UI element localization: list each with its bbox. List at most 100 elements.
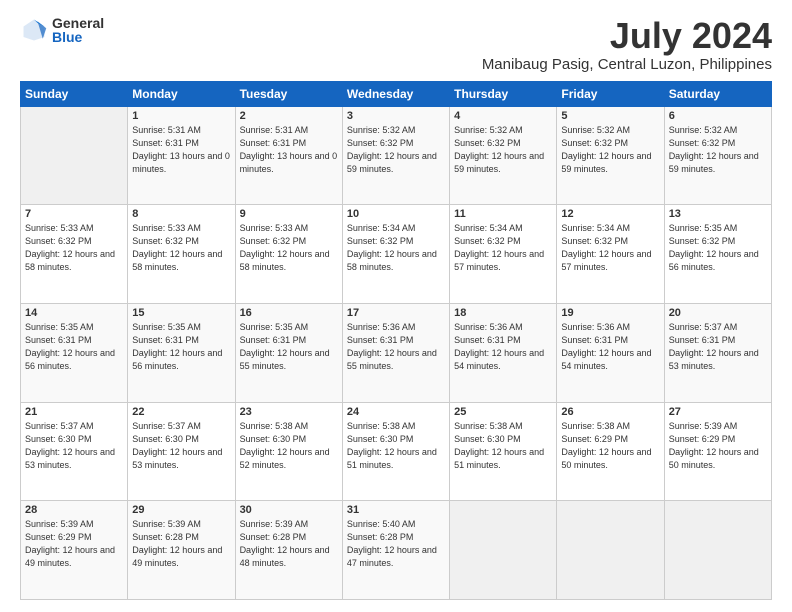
day-number: 6 (669, 110, 767, 122)
cell-w5-d5 (557, 501, 664, 600)
cell-w1-d3: 3Sunrise: 5:32 AMSunset: 6:32 PMDaylight… (342, 106, 449, 205)
day-info: Sunrise: 5:38 AMSunset: 6:30 PMDaylight:… (240, 420, 338, 472)
day-number: 5 (561, 110, 659, 122)
main-title: July 2024 (482, 16, 772, 56)
day-number: 13 (669, 208, 767, 220)
col-saturday: Saturday (664, 81, 771, 106)
day-number: 4 (454, 110, 552, 122)
day-info: Sunrise: 5:34 AMSunset: 6:32 PMDaylight:… (347, 222, 445, 274)
cell-w3-d3: 17 Sunrise: 5:36 AMSunset: 6:31 PMDayligh… (342, 303, 449, 402)
subtitle: Manibaug Pasig, Central Luzon, Philippin… (482, 56, 772, 73)
day-number: 15 (132, 307, 230, 319)
cell-w4-d4: 25 Sunrise: 5:38 AMSunset: 6:30 PMDayligh… (450, 402, 557, 501)
cell-w4-d2: 23Sunrise: 5:38 AMSunset: 6:30 PMDayligh… (235, 402, 342, 501)
day-number: 7 (25, 208, 123, 220)
day-info: Sunrise: 5:32 AMSunset: 6:32 PMDaylight:… (669, 124, 767, 176)
day-number: 31 (347, 504, 445, 516)
day-info: Sunrise: 5:39 AMSunset: 6:29 PMDaylight:… (669, 420, 767, 472)
day-number: 25 (454, 406, 552, 418)
day-info: Sunrise: 5:31 AMSunset: 6:31 PMDaylight:… (240, 124, 338, 176)
day-info: Sunrise: 5:33 AMSunset: 6:32 PMDaylight:… (25, 222, 123, 274)
day-info: Sunrise: 5:34 AMSunset: 6:32 PMDaylight:… (561, 222, 659, 274)
cell-w5-d3: 31 Sunrise: 5:40 AMSunset: 6:28 PMDayligh… (342, 501, 449, 600)
cell-w5-d6 (664, 501, 771, 600)
cell-w1-d5: 5 Sunrise: 5:32 AMSunset: 6:32 PMDaylight… (557, 106, 664, 205)
day-number: 9 (240, 208, 338, 220)
day-number: 17 (347, 307, 445, 319)
col-monday: Monday (128, 81, 235, 106)
day-number: 2 (240, 110, 338, 122)
day-info: Sunrise: 5:38 AMSunset: 6:29 PMDaylight:… (561, 420, 659, 472)
day-info: Sunrise: 5:31 AMSunset: 6:31 PMDaylight:… (132, 124, 230, 176)
header-row: Sunday Monday Tuesday Wednesday Thursday… (21, 81, 772, 106)
day-info: Sunrise: 5:35 AMSunset: 6:31 PMDaylight:… (240, 321, 338, 373)
day-number: 29 (132, 504, 230, 516)
calendar-table: Sunday Monday Tuesday Wednesday Thursday… (20, 81, 772, 600)
day-info: Sunrise: 5:37 AMSunset: 6:30 PMDaylight:… (25, 420, 123, 472)
day-number: 16 (240, 307, 338, 319)
day-number: 10 (347, 208, 445, 220)
cell-w2-d6: 13 Sunrise: 5:35 AMSunset: 6:32 PMDayligh… (664, 205, 771, 304)
day-info: Sunrise: 5:39 AMSunset: 6:29 PMDaylight:… (25, 518, 123, 570)
week-row-3: 14 Sunrise: 5:35 AMSunset: 6:31 PMDayligh… (21, 303, 772, 402)
cell-w4-d1: 22Sunrise: 5:37 AMSunset: 6:30 PMDayligh… (128, 402, 235, 501)
col-wednesday: Wednesday (342, 81, 449, 106)
week-row-5: 28Sunrise: 5:39 AMSunset: 6:29 PMDayligh… (21, 501, 772, 600)
day-number: 1 (132, 110, 230, 122)
cell-w3-d5: 19 Sunrise: 5:36 AMSunset: 6:31 PMDayligh… (557, 303, 664, 402)
day-number: 14 (25, 307, 123, 319)
cell-w4-d6: 27 Sunrise: 5:39 AMSunset: 6:29 PMDayligh… (664, 402, 771, 501)
day-info: Sunrise: 5:39 AMSunset: 6:28 PMDaylight:… (132, 518, 230, 570)
day-info: Sunrise: 5:38 AMSunset: 6:30 PMDaylight:… (454, 420, 552, 472)
day-info: Sunrise: 5:36 AMSunset: 6:31 PMDaylight:… (454, 321, 552, 373)
cell-w4-d5: 26 Sunrise: 5:38 AMSunset: 6:29 PMDayligh… (557, 402, 664, 501)
day-number: 24 (347, 406, 445, 418)
week-row-1: 1 Sunrise: 5:31 AMSunset: 6:31 PMDaylight… (21, 106, 772, 205)
week-row-4: 21 Sunrise: 5:37 AMSunset: 6:30 PMDayligh… (21, 402, 772, 501)
cell-w2-d0: 7 Sunrise: 5:33 AMSunset: 6:32 PMDaylight… (21, 205, 128, 304)
cell-w3-d0: 14 Sunrise: 5:35 AMSunset: 6:31 PMDayligh… (21, 303, 128, 402)
cell-w5-d2: 30Sunrise: 5:39 AMSunset: 6:28 PMDayligh… (235, 501, 342, 600)
cell-w1-d4: 4 Sunrise: 5:32 AMSunset: 6:32 PMDaylight… (450, 106, 557, 205)
day-info: Sunrise: 5:36 AMSunset: 6:31 PMDaylight:… (561, 321, 659, 373)
cell-w3-d2: 16 Sunrise: 5:35 AMSunset: 6:31 PMDayligh… (235, 303, 342, 402)
day-number: 8 (132, 208, 230, 220)
cell-w2-d3: 10 Sunrise: 5:34 AMSunset: 6:32 PMDayligh… (342, 205, 449, 304)
cell-w4-d0: 21 Sunrise: 5:37 AMSunset: 6:30 PMDayligh… (21, 402, 128, 501)
cell-w3-d1: 15Sunrise: 5:35 AMSunset: 6:31 PMDayligh… (128, 303, 235, 402)
logo-text: General Blue (52, 16, 104, 44)
cell-w5-d1: 29 Sunrise: 5:39 AMSunset: 6:28 PMDayligh… (128, 501, 235, 600)
logo-general-text: General (52, 16, 104, 30)
title-section: July 2024 Manibaug Pasig, Central Luzon,… (482, 16, 772, 73)
cell-w1-d6: 6 Sunrise: 5:32 AMSunset: 6:32 PMDaylight… (664, 106, 771, 205)
day-info: Sunrise: 5:32 AMSunset: 6:32 PMDaylight:… (561, 124, 659, 176)
day-number: 26 (561, 406, 659, 418)
cell-w1-d2: 2 Sunrise: 5:31 AMSunset: 6:31 PMDaylight… (235, 106, 342, 205)
day-number: 21 (25, 406, 123, 418)
day-number: 11 (454, 208, 552, 220)
day-info: Sunrise: 5:39 AMSunset: 6:28 PMDaylight:… (240, 518, 338, 570)
col-tuesday: Tuesday (235, 81, 342, 106)
logo-icon (20, 16, 48, 44)
day-info: Sunrise: 5:35 AMSunset: 6:32 PMDaylight:… (669, 222, 767, 274)
cell-w1-d1: 1 Sunrise: 5:31 AMSunset: 6:31 PMDaylight… (128, 106, 235, 205)
day-info: Sunrise: 5:32 AMSunset: 6:32 PMDaylight:… (454, 124, 552, 176)
cell-w1-d0 (21, 106, 128, 205)
day-number: 27 (669, 406, 767, 418)
logo: General Blue (20, 16, 104, 44)
cell-w2-d1: 8 Sunrise: 5:33 AMSunset: 6:32 PMDaylight… (128, 205, 235, 304)
day-info: Sunrise: 5:32 AMSunset: 6:32 PMDaylight:… (347, 124, 445, 176)
cell-w3-d6: 20Sunrise: 5:37 AMSunset: 6:31 PMDayligh… (664, 303, 771, 402)
cell-w2-d4: 11 Sunrise: 5:34 AMSunset: 6:32 PMDayligh… (450, 205, 557, 304)
cell-w4-d3: 24Sunrise: 5:38 AMSunset: 6:30 PMDayligh… (342, 402, 449, 501)
col-thursday: Thursday (450, 81, 557, 106)
day-info: Sunrise: 5:36 AMSunset: 6:31 PMDaylight:… (347, 321, 445, 373)
cell-w5-d4 (450, 501, 557, 600)
day-info: Sunrise: 5:33 AMSunset: 6:32 PMDaylight:… (132, 222, 230, 274)
day-info: Sunrise: 5:40 AMSunset: 6:28 PMDaylight:… (347, 518, 445, 570)
day-info: Sunrise: 5:35 AMSunset: 6:31 PMDaylight:… (25, 321, 123, 373)
cell-w5-d0: 28Sunrise: 5:39 AMSunset: 6:29 PMDayligh… (21, 501, 128, 600)
day-info: Sunrise: 5:34 AMSunset: 6:32 PMDaylight:… (454, 222, 552, 274)
col-friday: Friday (557, 81, 664, 106)
day-number: 19 (561, 307, 659, 319)
